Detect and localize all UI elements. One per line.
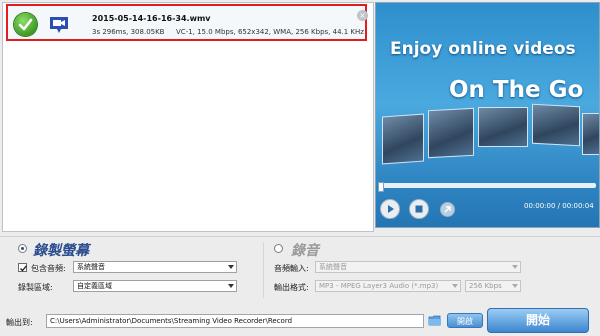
audio-source-select[interactable]: 系統聲音 — [73, 261, 237, 273]
output-format-value: MP3 - MPEG Layer3 Audio (*.mp3) — [319, 282, 439, 290]
record-screen-radio[interactable] — [18, 244, 27, 253]
file-list-item[interactable]: 2015-05-14-16-16-34.wmv 3s 296ms, 308.05… — [6, 4, 368, 41]
thumbnail-image — [382, 113, 424, 165]
chevron-down-icon — [228, 265, 234, 269]
promo-subheadline: On The Go — [449, 77, 584, 103]
include-audio-checkbox[interactable] — [18, 263, 27, 272]
time-display: 00:00:00 / 00:00:04 — [524, 202, 594, 210]
open-folder-button[interactable]: 開啟 — [447, 313, 483, 328]
file-list[interactable]: 2015-05-14-16-16-34.wmv 3s 296ms, 308.05… — [2, 2, 374, 232]
checkmark-icon — [20, 265, 27, 272]
audio-input-label: 音頻輸入: — [274, 264, 309, 273]
remove-item-close-icon[interactable]: × — [357, 10, 368, 21]
file-properties: VC-1, 15.0 Mbps, 652x342, WMA, 256 Kbps,… — [176, 28, 364, 36]
file-duration-size: 3s 296ms, 308.05KB — [92, 28, 165, 36]
audio-source-value: 系統聲音 — [77, 263, 105, 271]
thumbnail-image — [478, 107, 528, 147]
chevron-down-icon — [512, 265, 518, 269]
record-region-label: 錄製區域: — [18, 283, 53, 292]
audio-input-value: 系統聲音 — [319, 263, 347, 271]
file-name: 2015-05-14-16-16-34.wmv — [92, 14, 211, 23]
check-icon — [14, 13, 37, 36]
record-region-select[interactable]: 自定義區域 — [73, 280, 237, 292]
seek-handle[interactable] — [378, 182, 384, 192]
thumbnail-image — [428, 107, 474, 159]
thumbnail-image — [582, 113, 599, 155]
output-label: 輸出到: — [6, 318, 33, 327]
play-icon — [388, 205, 394, 213]
output-path-field[interactable]: C:\Users\Administrator\Documents\Streami… — [46, 314, 424, 328]
record-audio-title: 錄音 — [291, 243, 319, 259]
record-screen-title: 錄製螢幕 — [33, 243, 89, 259]
audio-input-select[interactable]: 系統聲音 — [315, 261, 521, 273]
folder-icon — [428, 315, 441, 326]
snapshot-button[interactable] — [440, 202, 455, 217]
record-audio-radio[interactable] — [274, 244, 283, 253]
output-format-label: 輸出格式: — [274, 283, 309, 292]
start-button[interactable]: 開始 — [487, 308, 589, 333]
video-camera-icon — [48, 15, 70, 35]
output-format-select[interactable]: MP3 - MPEG Layer3 Audio (*.mp3) — [315, 280, 461, 292]
section-separator — [263, 242, 264, 298]
play-button[interactable] — [380, 199, 400, 219]
thumbnail-image — [532, 103, 580, 147]
video-preview: Enjoy online videos On The Go 00:00:00 /… — [375, 2, 600, 228]
seek-bar[interactable] — [378, 183, 596, 188]
bitrate-value: 256 Kbps — [469, 282, 502, 290]
chevron-down-icon — [452, 284, 458, 288]
section-divider — [0, 236, 600, 237]
include-audio-label: 包含音頻: — [31, 264, 66, 273]
promo-headline: Enjoy online videos — [390, 39, 576, 59]
record-region-value: 自定義區域 — [77, 282, 112, 290]
stop-button[interactable] — [409, 199, 429, 219]
arrow-icon — [444, 206, 451, 213]
browse-folder-button[interactable] — [428, 314, 442, 327]
bitrate-select[interactable]: 256 Kbps — [465, 280, 521, 292]
stop-icon — [415, 205, 423, 213]
chevron-down-icon — [228, 284, 234, 288]
chevron-down-icon — [512, 284, 518, 288]
